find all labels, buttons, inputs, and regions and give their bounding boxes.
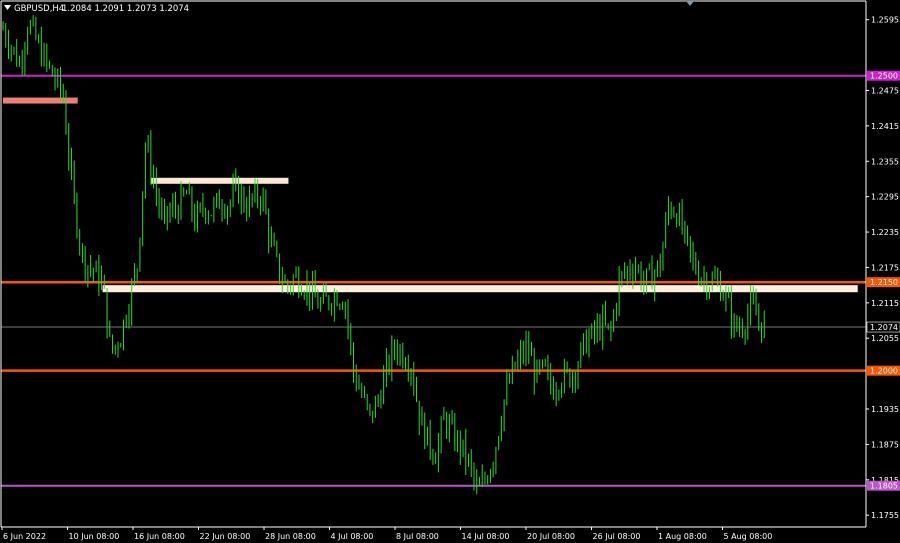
price-tick-label-9: 1.1935 bbox=[871, 405, 899, 414]
zone-2[interactable] bbox=[102, 285, 858, 293]
chart-background bbox=[0, 0, 900, 543]
level-label-3: 1.2000 bbox=[870, 367, 898, 376]
header: GBPUSD,H4 1.2084 1.2091 1.2073 1.2074 bbox=[4, 4, 189, 14]
time-tick-label-2: 16 Jun 08:00 bbox=[134, 532, 185, 541]
price-chart[interactable]: 1.2595 1.2475 1.2415 1.2355 1.2295 1.2235 1.21… bbox=[0, 0, 900, 543]
time-tick-label-9: 26 Jul 08:00 bbox=[593, 532, 641, 541]
zone-1[interactable] bbox=[150, 177, 289, 184]
price-tick-label-4: 1.2295 bbox=[871, 193, 899, 202]
price-tick-label-2: 1.2415 bbox=[871, 122, 899, 131]
time-tick-label-5: 4 Jul 08:00 bbox=[331, 532, 374, 541]
quote-values: 1.2084 1.2091 1.2073 1.2074 bbox=[62, 4, 189, 14]
time-tick-label-4: 28 Jun 08:00 bbox=[265, 532, 316, 541]
price-tick-label-8: 1.2055 bbox=[871, 334, 899, 343]
price-axis: 1.2595 1.2475 1.2415 1.2355 1.2295 1.2235 1.21… bbox=[866, 16, 899, 520]
time-tick-label-7: 14 Jul 08:00 bbox=[462, 532, 510, 541]
price-tick-label-0: 1.2595 bbox=[871, 16, 899, 25]
symbol-timeframe: GBPUSD,H4 bbox=[14, 4, 64, 14]
time-tick-label-3: 22 Jun 08:00 bbox=[200, 532, 251, 541]
price-tick-label-1: 1.2475 bbox=[871, 86, 899, 95]
time-tick-label-11: 5 Aug 08:00 bbox=[724, 532, 773, 541]
level-label-2: 1.2074 bbox=[870, 323, 898, 332]
time-tick-label-10: 1 Aug 08:00 bbox=[658, 532, 707, 541]
price-tick-label-10: 1.1875 bbox=[871, 440, 899, 449]
time-tick-label-6: 8 Jul 08:00 bbox=[396, 532, 439, 541]
price-tick-label-3: 1.2355 bbox=[871, 157, 899, 166]
price-tick-label-6: 1.2175 bbox=[871, 263, 899, 272]
level-label-4: 1.1805 bbox=[870, 482, 898, 491]
time-tick-label-1: 10 Jun 08:00 bbox=[69, 532, 120, 541]
price-tick-label-5: 1.2235 bbox=[871, 228, 899, 237]
time-tick-label-0: 6 Jun 2022 bbox=[3, 532, 46, 541]
level-label-0: 1.2500 bbox=[870, 72, 898, 81]
time-tick-label-8: 20 Jul 08:00 bbox=[527, 532, 575, 541]
price-tick-label-7: 1.2115 bbox=[871, 299, 899, 308]
level-label-1: 1.2150 bbox=[870, 278, 898, 287]
price-tick-label-12: 1.1755 bbox=[871, 511, 899, 520]
